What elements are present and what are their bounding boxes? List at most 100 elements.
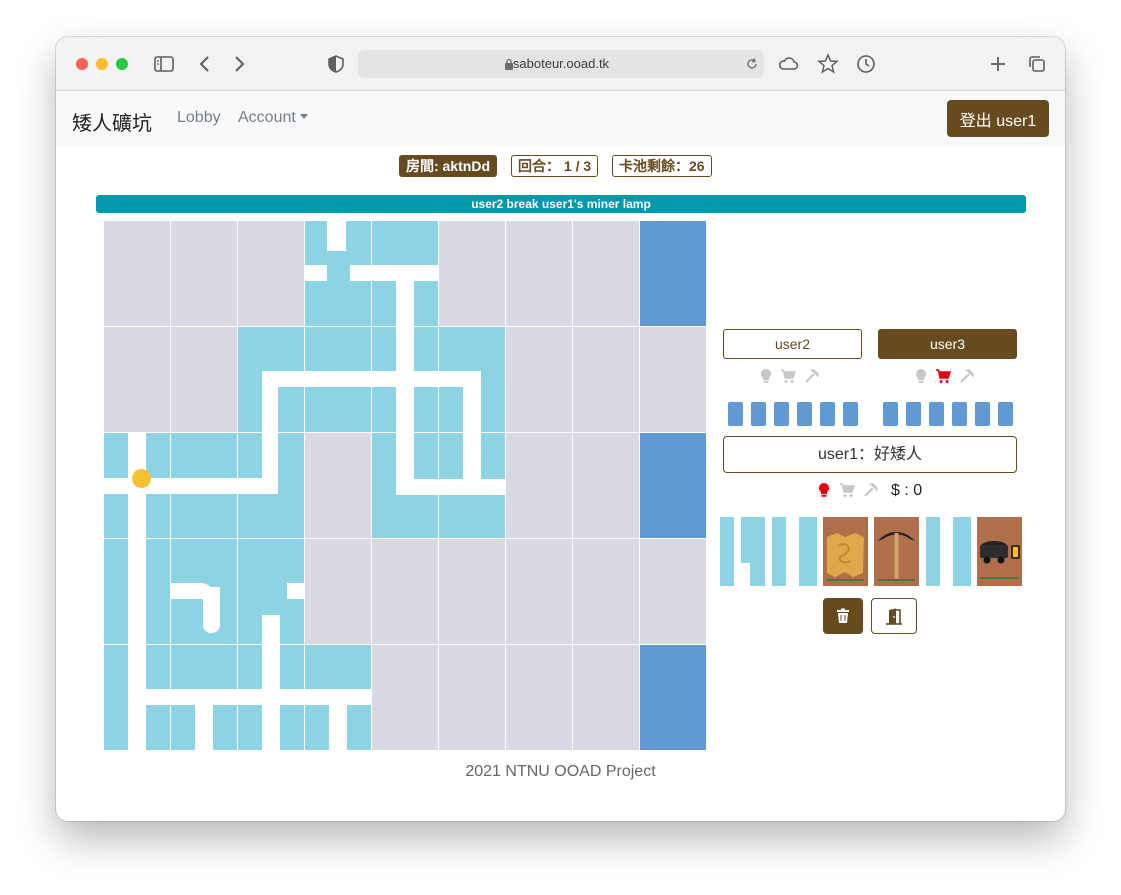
tunnel-card[interactable]	[238, 433, 304, 538]
board-cell[interactable]	[573, 539, 639, 644]
hand-card-treasure-map[interactable]	[823, 517, 868, 586]
icloud-icon[interactable]	[775, 51, 801, 77]
tunnel-card[interactable]	[372, 327, 438, 432]
leave-room-button[interactable]	[871, 598, 917, 634]
nav-account-dropdown[interactable]: Account	[238, 109, 308, 127]
tunnel-card[interactable]	[171, 645, 237, 750]
close-window-button[interactable]	[76, 58, 88, 70]
user3-hand-card	[975, 402, 990, 426]
goal-card[interactable]	[640, 221, 706, 326]
user3-hand-card	[929, 402, 944, 426]
tunnel-card[interactable]	[372, 221, 438, 326]
round-badge: 回合： 1 / 3	[511, 155, 599, 177]
board-cell[interactable]	[506, 327, 572, 432]
reload-icon[interactable]	[745, 57, 759, 71]
self-role-label: user1：好矮人	[723, 436, 1017, 473]
tunnel-card[interactable]	[372, 433, 438, 538]
board-cell[interactable]	[506, 433, 572, 538]
board-cell[interactable]	[171, 327, 237, 432]
user2-hand-card	[774, 402, 789, 426]
nav-account-label: Account	[238, 109, 296, 126]
player-user2-button[interactable]: user2	[723, 329, 862, 359]
forward-icon[interactable]	[226, 51, 252, 77]
board-cell[interactable]	[506, 539, 572, 644]
tunnel-card[interactable]	[305, 645, 371, 750]
tunnel-card[interactable]	[238, 615, 304, 750]
goal-card[interactable]	[640, 645, 706, 750]
back-icon[interactable]	[192, 51, 218, 77]
board-cell[interactable]	[439, 539, 505, 644]
tunnel-card[interactable]	[238, 327, 304, 432]
board-cell[interactable]	[573, 433, 639, 538]
trash-icon	[837, 608, 849, 623]
user3-hand-card	[883, 402, 898, 426]
board-cell[interactable]	[506, 221, 572, 326]
tunnel-card[interactable]	[439, 433, 505, 538]
address-bar[interactable]: saboteur.ooad.tk	[358, 50, 764, 78]
board-cell[interactable]	[439, 645, 505, 750]
pickaxe-ok-icon	[960, 369, 974, 383]
logout-button[interactable]: 登出 user1	[947, 100, 1049, 137]
board-cell[interactable]	[104, 221, 170, 326]
tunnel-card[interactable]	[171, 433, 237, 538]
mine-cart-lamp-icon	[980, 541, 1020, 579]
tab-overview-icon[interactable]	[1024, 51, 1050, 77]
pickaxe-icon	[878, 532, 915, 581]
page-footer: 2021 NTNU OOAD Project	[465, 763, 656, 780]
lamp-ok-icon	[761, 369, 771, 383]
hand-card-pickaxe[interactable]	[874, 517, 919, 586]
user2-hand-card	[728, 402, 743, 426]
history-clock-icon[interactable]	[853, 51, 879, 77]
tunnel-card[interactable]	[104, 539, 170, 644]
hand-card-tunnel-ii[interactable]	[926, 517, 971, 586]
chevron-down-icon	[299, 114, 308, 119]
game-message-bar: user2 break user1's miner lamp	[96, 195, 1026, 213]
board-cell[interactable]	[238, 221, 304, 326]
board-cell[interactable]	[640, 327, 706, 432]
hand-card-mine-cart-lamp[interactable]	[977, 517, 1022, 586]
cart-ok-icon	[840, 483, 855, 497]
hand-card-tunnel-ii[interactable]	[772, 517, 817, 586]
sidebar-icon[interactable]	[151, 51, 177, 77]
tunnel-card[interactable]	[305, 221, 371, 326]
tunnel-card[interactable]	[305, 327, 371, 432]
tunnel-card[interactable]	[439, 327, 505, 432]
board-cell[interactable]	[573, 645, 639, 750]
bookmark-star-icon[interactable]	[815, 51, 841, 77]
browser-toolbar: saboteur.ooad.tk	[56, 37, 1065, 91]
browser-window: saboteur.ooad.tk 矮人礦坑 Lobby Account 登出 u…	[56, 37, 1065, 821]
board-cell[interactable]	[305, 539, 371, 644]
treasure-map-icon	[827, 533, 864, 581]
board-cell[interactable]	[372, 539, 438, 644]
zoom-window-button[interactable]	[116, 58, 128, 70]
site-brand[interactable]: 矮人礦坑	[72, 107, 152, 136]
goal-card[interactable]	[640, 433, 706, 538]
tunnel-card[interactable]	[171, 539, 237, 644]
board-cell[interactable]	[573, 327, 639, 432]
board-cell[interactable]	[506, 645, 572, 750]
minimize-window-button[interactable]	[96, 58, 108, 70]
tunnel-card[interactable]	[104, 645, 170, 750]
nav-lobby-link[interactable]: Lobby	[177, 109, 221, 127]
cart-ok-icon	[781, 369, 796, 383]
board-cell[interactable]	[104, 327, 170, 432]
hand-card-tunnel-h[interactable]	[720, 517, 765, 586]
pickaxe-ok-icon	[805, 369, 819, 383]
privacy-shield-icon[interactable]	[323, 51, 349, 77]
board-cell[interactable]	[439, 221, 505, 326]
board-cell[interactable]	[171, 221, 237, 326]
new-tab-plus-icon[interactable]	[985, 51, 1011, 77]
cart-broken-icon	[936, 369, 951, 383]
player-user3-button[interactable]: user3	[878, 329, 1017, 359]
lamp-broken-icon	[819, 483, 829, 497]
lamp-ok-icon	[916, 369, 926, 383]
user3-hand-card	[998, 402, 1013, 426]
board-cell[interactable]	[305, 433, 371, 538]
start-marker	[132, 469, 151, 488]
board-cell[interactable]	[372, 645, 438, 750]
board-cell[interactable]	[573, 221, 639, 326]
board-cell[interactable]	[640, 539, 706, 644]
site-navbar: 矮人礦坑 Lobby Account 登出 user1	[56, 91, 1065, 145]
discard-button[interactable]	[823, 598, 863, 634]
pickaxe-ok-icon	[864, 483, 878, 497]
